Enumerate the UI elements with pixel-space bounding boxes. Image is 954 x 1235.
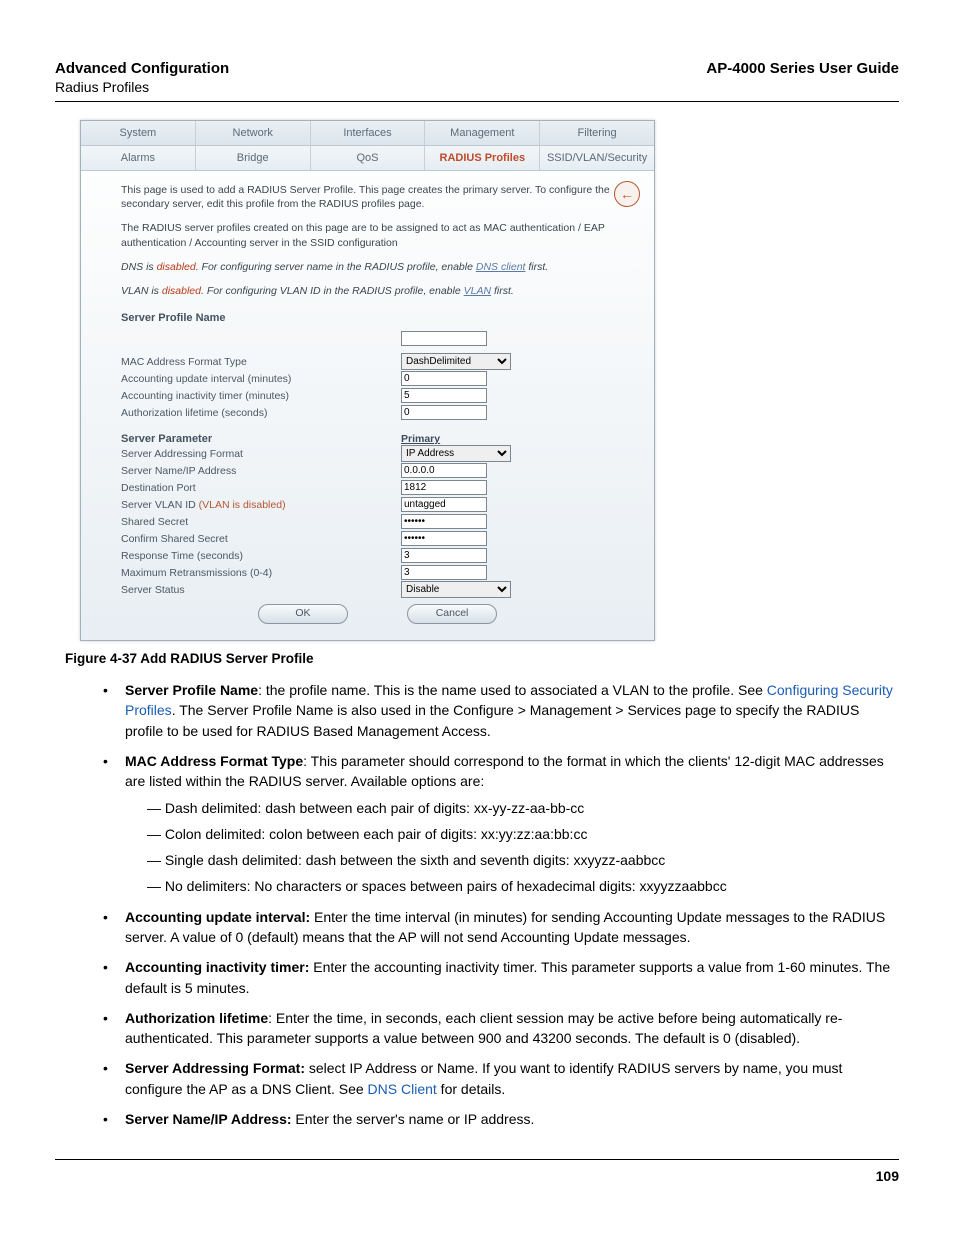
tab-row-2: Alarms Bridge QoS RADIUS Profiles SSID/V… [81, 146, 654, 171]
dns-client-link[interactable]: DNS client [476, 261, 526, 273]
tab-row-1: System Network Interfaces Management Fil… [81, 121, 654, 146]
lbl-server-vlan-id: Server VLAN ID (VLAN is disabled) [121, 499, 401, 511]
tab-radius-profiles[interactable]: RADIUS Profiles [425, 146, 540, 170]
sub-no-delimiters: No delimiters: No characters or spaces b… [147, 876, 899, 896]
content-pane: ← This page is used to add a RADIUS Serv… [81, 171, 654, 640]
tab-interfaces[interactable]: Interfaces [311, 121, 426, 145]
header-title: Advanced Configuration [55, 60, 229, 77]
max-retrans-input[interactable] [401, 565, 487, 580]
tab-system[interactable]: System [81, 121, 196, 145]
lbl-server-name-ip: Server Name/IP Address [121, 465, 401, 477]
acct-update-input[interactable] [401, 371, 487, 386]
lbl-acct-inactivity: Accounting inactivity timer (minutes) [121, 390, 401, 402]
bullet-authorization-lifetime: Authorization lifetime: Enter the time, … [103, 1008, 899, 1049]
config-screenshot: System Network Interfaces Management Fil… [80, 120, 655, 641]
section-server-parameter: Server Parameter [121, 433, 401, 445]
cancel-button[interactable]: Cancel [407, 604, 497, 624]
bullet-server-profile-name: Server Profile Name: the profile name. T… [103, 680, 899, 741]
header-guide: AP-4000 Series User Guide [706, 60, 899, 77]
dest-port-input[interactable] [401, 480, 487, 495]
sub-single-dash: Single dash delimited: dash between the … [147, 850, 899, 870]
doc-bullet-list: Server Profile Name: the profile name. T… [103, 680, 899, 1129]
tab-qos[interactable]: QoS [311, 146, 426, 170]
bullet-server-name-ip: Server Name/IP Address: Enter the server… [103, 1109, 899, 1129]
shared-secret-input[interactable] [401, 514, 487, 529]
tab-bridge[interactable]: Bridge [196, 146, 311, 170]
header-subtitle: Radius Profiles [55, 79, 229, 95]
server-status-select[interactable]: Disable [401, 581, 511, 598]
ok-button[interactable]: OK [258, 604, 348, 624]
intro-p2: The RADIUS server profiles created on th… [121, 221, 634, 249]
tab-management[interactable]: Management [425, 121, 540, 145]
auth-lifetime-input[interactable] [401, 405, 487, 420]
confirm-secret-input[interactable] [401, 531, 487, 546]
column-header-primary: Primary [401, 433, 440, 445]
lbl-mac-format: MAC Address Format Type [121, 356, 401, 368]
link-dns-client[interactable]: DNS Client [368, 1081, 437, 1097]
mac-format-select[interactable]: DashDelimited [401, 353, 511, 370]
intro-p1: This page is used to add a RADIUS Server… [121, 183, 634, 211]
section-server-profile-name: Server Profile Name [121, 312, 634, 324]
addr-format-select[interactable]: IP Address [401, 445, 511, 462]
intro-p3: DNS is disabled. For configuring server … [121, 260, 634, 274]
acct-inactivity-input[interactable] [401, 388, 487, 403]
tab-alarms[interactable]: Alarms [81, 146, 196, 170]
sub-dash-delimited: Dash delimited: dash between each pair o… [147, 798, 899, 818]
sub-colon-delimited: Colon delimited: colon between each pair… [147, 824, 899, 844]
bullet-accounting-inactivity: Accounting inactivity timer: Enter the a… [103, 957, 899, 998]
lbl-shared-secret: Shared Secret [121, 516, 401, 528]
bullet-mac-address-format: MAC Address Format Type: This parameter … [103, 751, 899, 897]
server-vlan-id-input[interactable] [401, 497, 487, 512]
tab-network[interactable]: Network [196, 121, 311, 145]
page-header: Advanced Configuration Radius Profiles A… [55, 60, 899, 102]
server-name-ip-input[interactable] [401, 463, 487, 478]
lbl-max-retrans: Maximum Retransmissions (0-4) [121, 567, 401, 579]
lbl-confirm-secret: Confirm Shared Secret [121, 533, 401, 545]
bullet-server-addressing-format: Server Addressing Format: select IP Addr… [103, 1058, 899, 1099]
back-icon[interactable]: ← [614, 181, 640, 207]
figure-caption: Figure 4-37 Add RADIUS Server Profile [65, 651, 899, 666]
intro-p4: VLAN is disabled. For configuring VLAN I… [121, 284, 634, 298]
lbl-auth-lifetime: Authorization lifetime (seconds) [121, 407, 401, 419]
response-time-input[interactable] [401, 548, 487, 563]
lbl-dest-port: Destination Port [121, 482, 401, 494]
page-number: 109 [55, 1159, 899, 1184]
bullet-accounting-update: Accounting update interval: Enter the ti… [103, 907, 899, 948]
lbl-addr-format: Server Addressing Format [121, 448, 401, 460]
tab-filtering[interactable]: Filtering [540, 121, 654, 145]
tab-ssid-vlan-security[interactable]: SSID/VLAN/Security [540, 146, 654, 170]
lbl-response-time: Response Time (seconds) [121, 550, 401, 562]
server-profile-name-input[interactable] [401, 331, 487, 346]
vlan-link[interactable]: VLAN [464, 285, 491, 297]
lbl-acct-update: Accounting update interval (minutes) [121, 373, 401, 385]
lbl-server-status: Server Status [121, 584, 401, 596]
